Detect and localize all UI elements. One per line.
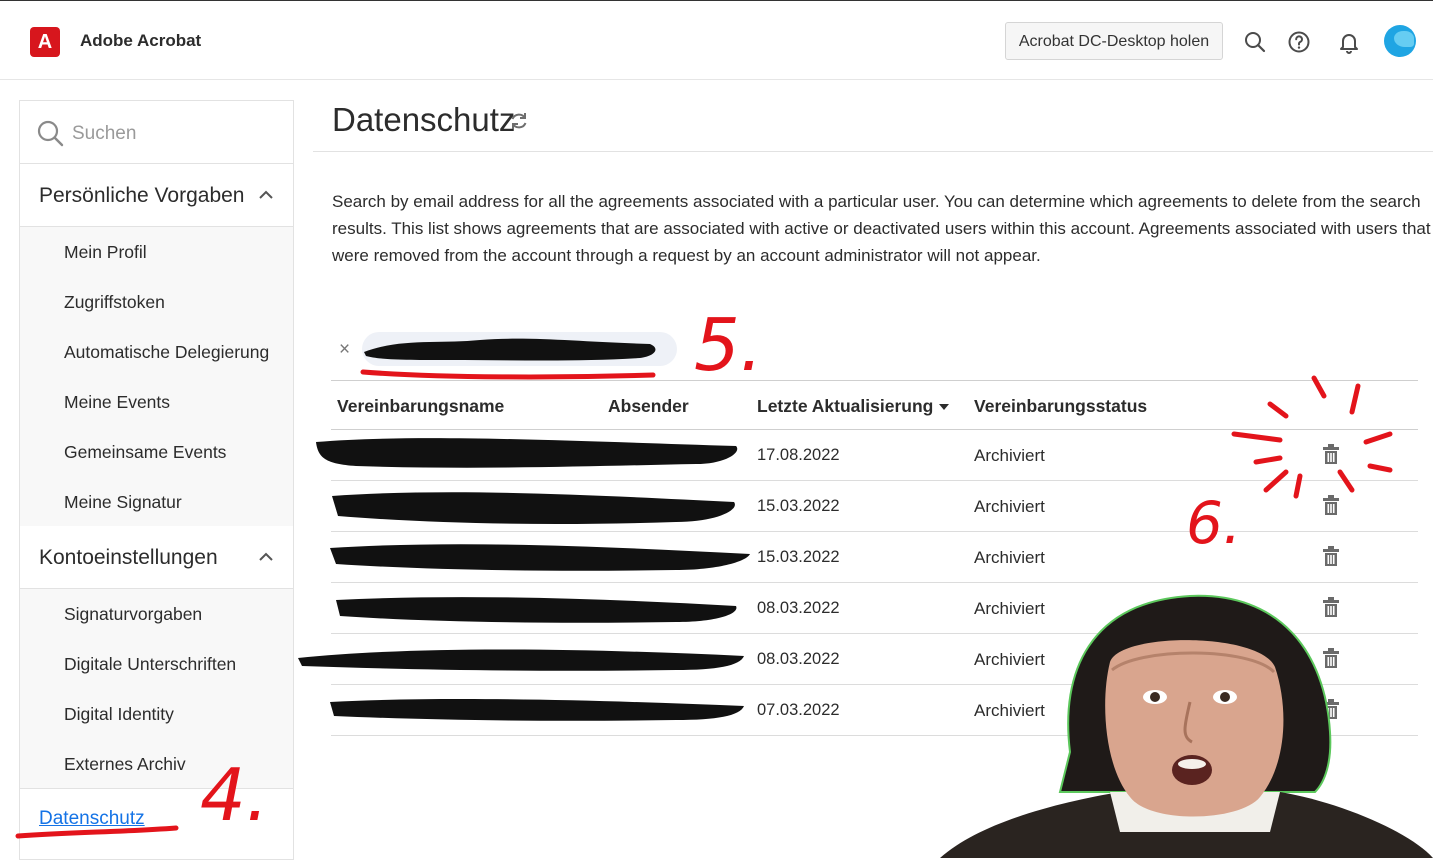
- section-label: Persönliche Vorgaben: [39, 184, 245, 207]
- search-placeholder[interactable]: Suchen: [72, 123, 136, 145]
- notifications-bell-icon[interactable]: [1337, 30, 1361, 54]
- sidebar-item-automatische-delegierung[interactable]: Automatische Delegierung: [64, 342, 269, 363]
- row-last-updated: 17.08.2022: [757, 446, 840, 464]
- col-last-updated-label: Letzte Aktualisierung: [757, 396, 934, 416]
- chevron-up-icon[interactable]: [257, 548, 275, 566]
- sort-desc-icon[interactable]: [939, 404, 950, 411]
- user-avatar[interactable]: [1384, 25, 1416, 57]
- search-icon: [37, 120, 64, 147]
- col-last-updated[interactable]: Letzte Aktualisierung: [757, 396, 950, 417]
- row-last-updated: 07.03.2022: [757, 701, 840, 719]
- table-row[interactable]: 17.08.2022 Archiviert: [331, 430, 1418, 481]
- sidebar-item-zugriffstoken[interactable]: Zugriffstoken: [64, 292, 165, 313]
- sidebar-item-gemeinsame-events[interactable]: Gemeinsame Events: [64, 442, 226, 463]
- help-icon[interactable]: [1287, 30, 1311, 54]
- sidebar-item-meine-signatur[interactable]: Meine Signatur: [64, 492, 182, 513]
- clear-filter-icon[interactable]: ×: [339, 339, 350, 361]
- table-row[interactable]: 15.03.2022 Archiviert: [331, 481, 1418, 532]
- delete-trash-icon[interactable]: [1322, 698, 1340, 720]
- table-header: Vereinbarungsname Absender Letzte Aktual…: [331, 380, 1418, 430]
- refresh-icon[interactable]: [508, 110, 530, 132]
- delete-trash-icon[interactable]: [1322, 596, 1340, 618]
- section-label: Kontoeinstellungen: [39, 546, 218, 569]
- sidebar-item-digital-identity[interactable]: Digital Identity: [64, 704, 174, 725]
- row-status: Archiviert: [974, 599, 1045, 618]
- row-status: Archiviert: [974, 701, 1045, 720]
- acrobat-logo-icon[interactable]: A: [30, 27, 60, 57]
- top-bar: A Adobe Acrobat Acrobat DC-Desktop holen: [0, 0, 1433, 80]
- col-agreement-name[interactable]: Vereinbarungsname: [337, 396, 504, 417]
- email-search-filter[interactable]: ×: [332, 330, 677, 368]
- row-status: Archiviert: [974, 446, 1045, 465]
- sidebar-item-signaturvorgaben[interactable]: Signaturvorgaben: [64, 604, 202, 625]
- table-row[interactable]: 08.03.2022 Archiviert: [331, 634, 1418, 685]
- row-status: Archiviert: [974, 650, 1045, 669]
- sidebar-item-datenschutz[interactable]: Datenschutz: [20, 788, 293, 850]
- col-sender[interactable]: Absender: [608, 396, 689, 417]
- row-last-updated: 08.03.2022: [757, 650, 840, 668]
- sidebar-item-externes-archiv[interactable]: Externes Archiv: [64, 754, 186, 775]
- table-row[interactable]: 07.03.2022 Archiviert: [331, 685, 1418, 736]
- settings-sidebar: Suchen Persönliche Vorgaben Mein Profil …: [19, 100, 294, 860]
- table-row[interactable]: 08.03.2022 Archiviert: [331, 583, 1418, 634]
- row-last-updated: 15.03.2022: [757, 497, 840, 515]
- sidebar-search[interactable]: Suchen: [20, 101, 293, 164]
- table-row[interactable]: 15.03.2022 Archiviert: [331, 532, 1418, 583]
- sidebar-item-meine-events[interactable]: Meine Events: [64, 392, 170, 413]
- active-item-label[interactable]: Datenschutz: [39, 808, 145, 830]
- annotation-step-5: 5.: [694, 303, 763, 387]
- row-status: Archiviert: [974, 548, 1045, 567]
- section-personal-preferences[interactable]: Persönliche Vorgaben: [20, 164, 293, 227]
- delete-trash-icon[interactable]: [1322, 443, 1340, 465]
- account-settings-items: Signaturvorgaben Digitale Unterschriften…: [20, 589, 293, 789]
- get-desktop-button[interactable]: Acrobat DC-Desktop holen: [1005, 22, 1223, 60]
- search-icon[interactable]: [1243, 30, 1267, 54]
- row-last-updated: 08.03.2022: [757, 599, 840, 617]
- delete-trash-icon[interactable]: [1322, 545, 1340, 567]
- divider: [313, 151, 1433, 152]
- delete-trash-icon[interactable]: [1322, 494, 1340, 516]
- row-last-updated: 15.03.2022: [757, 548, 840, 566]
- page-title: Datenschutz: [332, 101, 516, 138]
- row-status: Archiviert: [974, 497, 1045, 516]
- sidebar-item-mein-profil[interactable]: Mein Profil: [64, 242, 147, 263]
- privacy-description: Search by email address for all the agre…: [332, 192, 1431, 265]
- chevron-up-icon[interactable]: [257, 186, 275, 204]
- personal-preferences-items: Mein Profil Zugriffstoken Automatische D…: [20, 227, 293, 527]
- sidebar-item-digitale-unterschriften[interactable]: Digitale Unterschriften: [64, 654, 236, 675]
- col-status[interactable]: Vereinbarungsstatus: [974, 396, 1147, 417]
- app-title[interactable]: Adobe Acrobat: [80, 31, 201, 51]
- email-filter-chip[interactable]: [362, 332, 677, 366]
- delete-trash-icon[interactable]: [1322, 647, 1340, 669]
- section-account-settings[interactable]: Kontoeinstellungen: [20, 526, 293, 589]
